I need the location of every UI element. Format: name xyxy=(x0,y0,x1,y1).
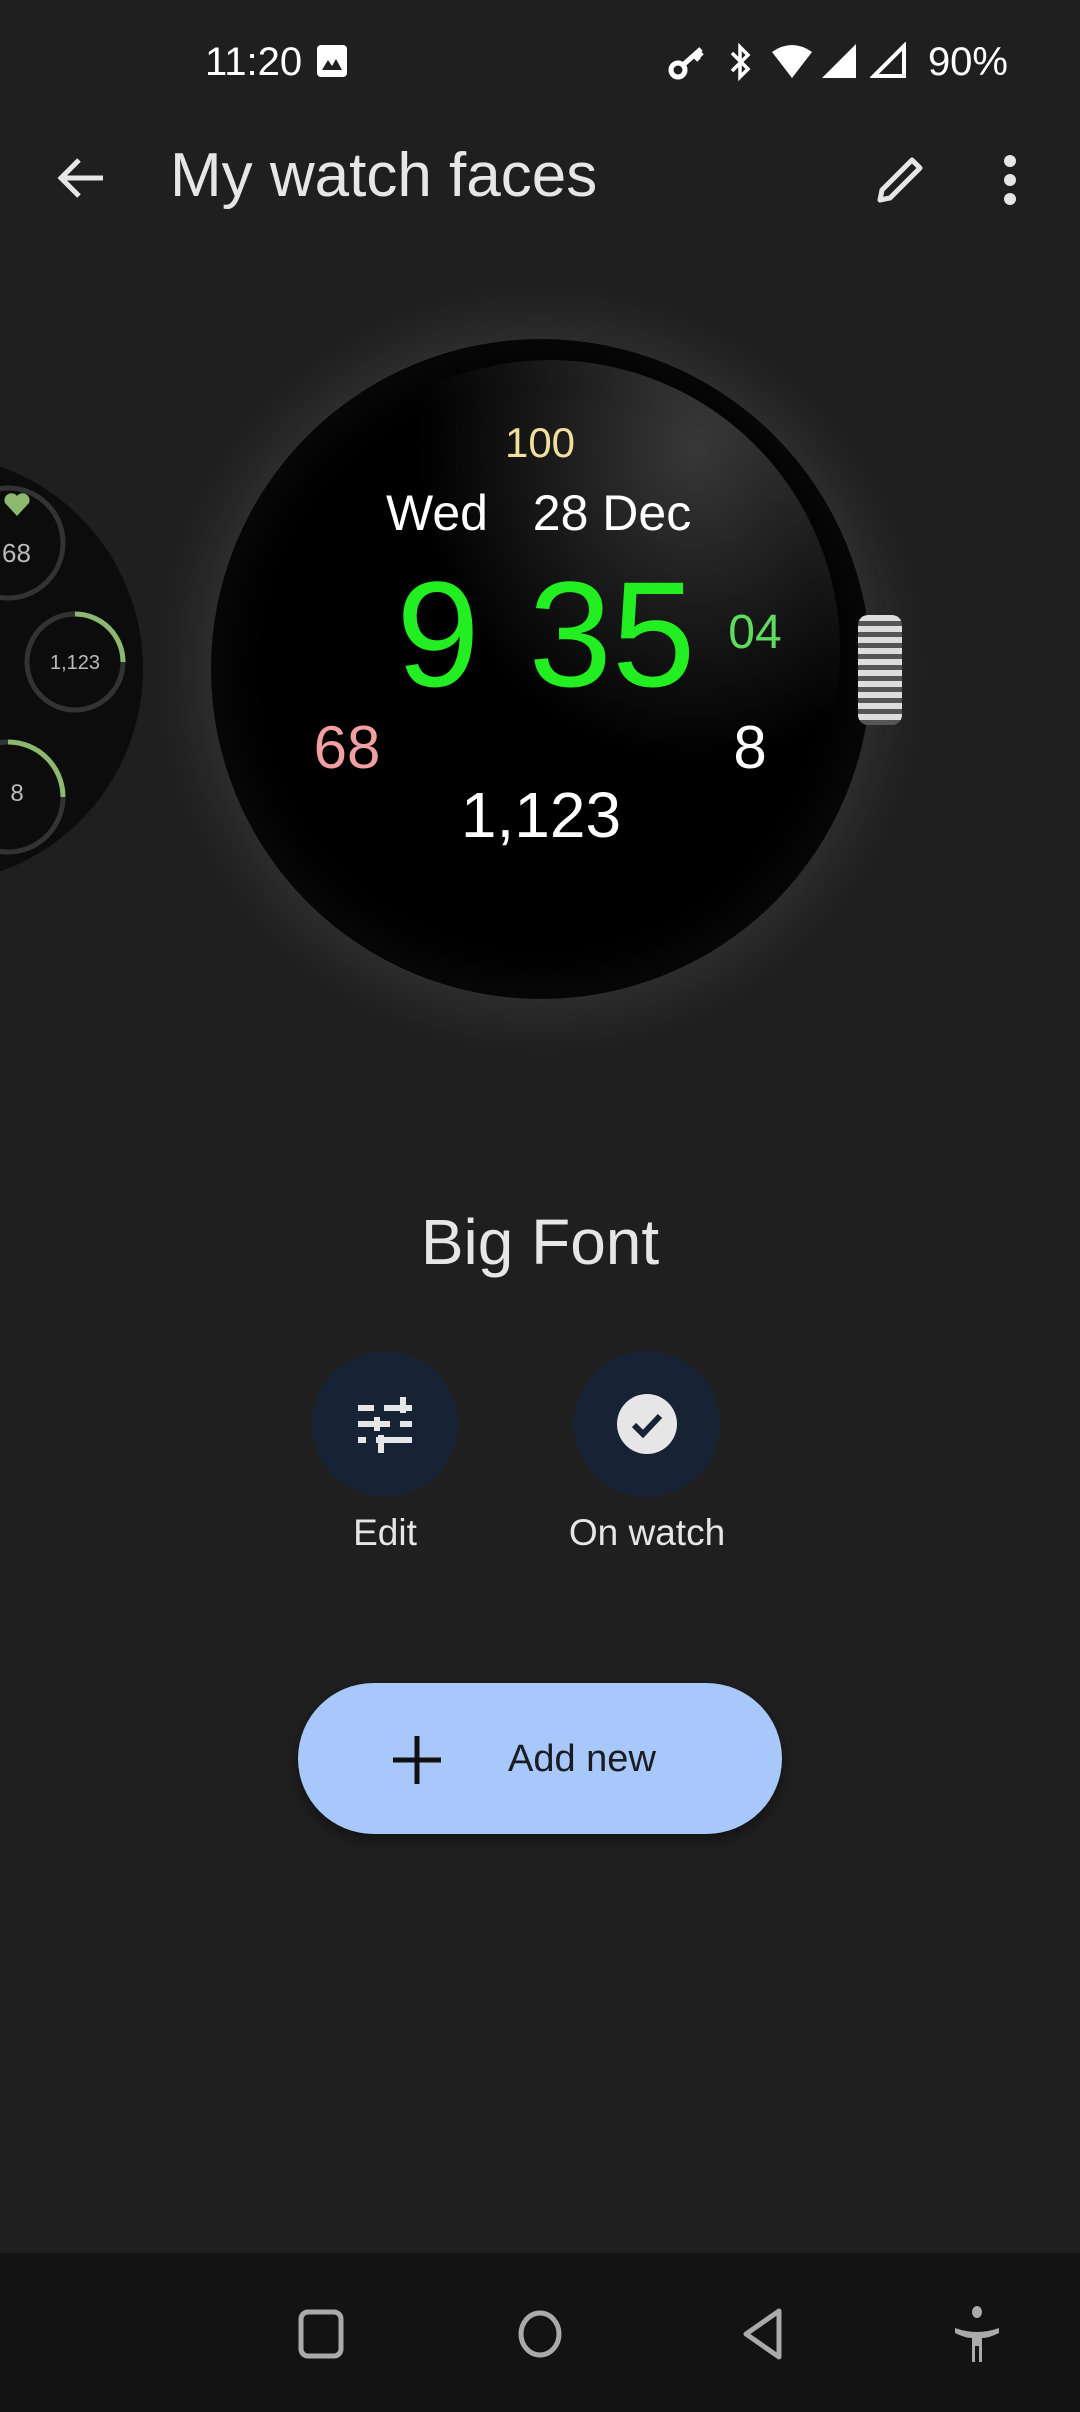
status-time: 11:20 xyxy=(205,40,303,84)
watch-day: Wed xyxy=(386,485,488,541)
watch-minute: 35 xyxy=(528,550,696,718)
add-new-label: Add new xyxy=(508,1738,656,1780)
status-bar: 11:20 90% xyxy=(0,0,1080,125)
watch-battery: 100 xyxy=(504,419,576,466)
prev-floors: 8 xyxy=(10,780,23,807)
prev-steps: 1,123 xyxy=(50,652,100,674)
on-watch-label: On watch xyxy=(568,1512,726,1553)
edit-button[interactable] xyxy=(312,1351,458,1497)
battery-percent: 90% xyxy=(927,40,1008,84)
bluetooth-icon xyxy=(730,42,751,82)
prev-heart-rate: 68 xyxy=(2,538,31,568)
accessibility-icon[interactable] xyxy=(953,2306,1001,2364)
on-watch-button[interactable] xyxy=(574,1351,720,1497)
image-icon xyxy=(317,45,347,77)
watch-heart-rate: 68 xyxy=(313,714,381,781)
navigation-bar xyxy=(0,2253,1080,2412)
page-title: My watch faces xyxy=(170,141,598,210)
more-options-button[interactable] xyxy=(980,140,1040,220)
edit-label: Edit xyxy=(353,1512,417,1553)
tune-icon xyxy=(358,1397,412,1453)
check-circle-icon xyxy=(617,1394,677,1454)
watch-seconds: 04 xyxy=(728,606,782,659)
edit-list-button[interactable] xyxy=(860,140,940,220)
back-icon[interactable] xyxy=(740,2307,784,2361)
watch-floors: 8 xyxy=(733,714,767,781)
wifi-icon xyxy=(772,45,812,78)
home-icon[interactable] xyxy=(517,2309,563,2359)
recents-icon[interactable] xyxy=(298,2309,344,2359)
watch-steps: 1,123 xyxy=(460,779,622,851)
watch-crown xyxy=(858,615,902,725)
plus-icon xyxy=(393,1736,441,1784)
pencil-icon xyxy=(877,157,923,203)
back-arrow-icon xyxy=(57,158,103,198)
watch-face-name: Big Font xyxy=(420,1206,660,1278)
back-button[interactable] xyxy=(44,148,116,208)
watch-date: 28 Dec xyxy=(532,485,692,541)
vpn-key-icon xyxy=(668,47,704,80)
watch-hour: 9 xyxy=(396,550,480,718)
more-vert-icon xyxy=(1004,155,1016,205)
signal-icon xyxy=(870,42,906,78)
signal-icon xyxy=(822,44,856,78)
previous-watch-face-preview[interactable]: 68 1,123 8 xyxy=(0,454,160,894)
